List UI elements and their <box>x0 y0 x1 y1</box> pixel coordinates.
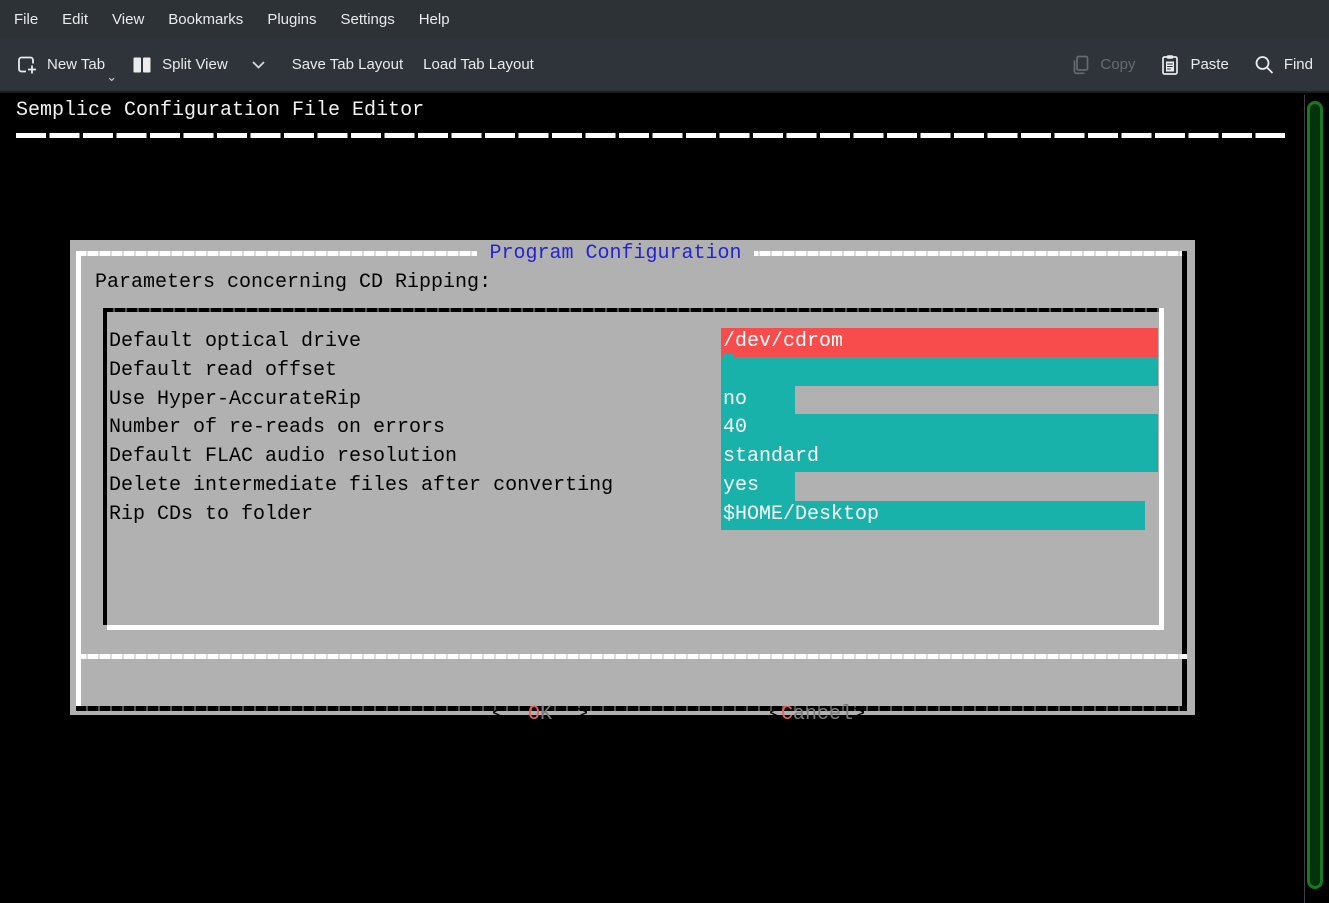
field-label-rip-cds-to-folder: Rip CDs to folder <box>109 501 313 530</box>
menu-bookmarks[interactable]: Bookmarks <box>156 2 255 37</box>
copy-icon <box>1069 54 1091 76</box>
scrollbar-thumb[interactable] <box>1307 101 1323 889</box>
paste-button[interactable]: Paste <box>1159 54 1228 76</box>
menu-settings[interactable]: Settings <box>329 2 407 37</box>
field-label-use-hyper-accuraterip: Use Hyper-AccurateRip <box>109 386 361 415</box>
dialog-border-left <box>76 251 81 711</box>
chevron-down-icon[interactable]: ⌄ <box>106 69 117 85</box>
paste-label: Paste <box>1190 56 1228 73</box>
scrollbar-track-separator <box>1304 95 1305 903</box>
find-button[interactable]: Find <box>1253 54 1313 76</box>
terminal-view[interactable]: Semplice Configuration File Editor Progr… <box>0 95 1329 903</box>
new-tab-label: New Tab <box>47 56 105 73</box>
menu-bar: File Edit View Bookmarks Plugins Setting… <box>0 0 1329 38</box>
save-tab-layout-label: Save Tab Layout <box>292 56 403 73</box>
save-tab-layout-button[interactable]: Save Tab Layout <box>292 56 403 73</box>
paste-icon <box>1159 54 1181 76</box>
form-row: Default read offset <box>107 357 1159 386</box>
field-input-delete-intermediate-files[interactable]: yes <box>721 472 795 501</box>
chevron-down-icon[interactable] <box>251 60 266 70</box>
find-icon <box>1253 54 1275 76</box>
field-label-default-optical-drive: Default optical drive <box>109 328 361 357</box>
split-view-button[interactable]: Split View <box>131 54 266 76</box>
field-input-default-flac-resolution[interactable]: standard <box>721 443 1158 472</box>
form-row: Delete intermediate files after converti… <box>107 472 1159 501</box>
terminal-heading: Semplice Configuration File Editor <box>16 99 424 122</box>
load-tab-layout-label: Load Tab Layout <box>423 56 534 73</box>
form-row: Rip CDs to folder $HOME/Desktop <box>107 501 1159 530</box>
load-tab-layout-button[interactable]: Load Tab Layout <box>423 56 534 73</box>
field-input-default-read-offset[interactable] <box>721 357 1158 386</box>
field-label-default-read-offset: Default read offset <box>109 357 337 386</box>
cancel-button[interactable]: <Cancel> <box>697 671 865 700</box>
dialog-border-bottom <box>76 706 1187 711</box>
dialog-button-separator <box>76 654 1187 659</box>
menu-help[interactable]: Help <box>407 2 462 37</box>
field-input-use-hyper-accuraterip[interactable]: no <box>721 386 795 415</box>
form-row: Number of re-reads on errors 40 <box>107 414 1159 443</box>
dialog-border-right <box>1182 251 1187 711</box>
find-label: Find <box>1284 56 1313 73</box>
dialog-subtitle: Parameters concerning CD Ripping: <box>95 271 491 294</box>
menu-edit[interactable]: Edit <box>50 2 100 37</box>
form-row: Default optical drive /dev/cdrom <box>107 328 1159 357</box>
menu-plugins[interactable]: Plugins <box>255 2 328 37</box>
copy-label: Copy <box>1100 56 1135 73</box>
form-rows: Default optical drive /dev/cdrom Default… <box>107 328 1159 530</box>
terminal-heading-rule <box>16 133 1285 138</box>
field-label-delete-intermediate-files: Delete intermediate files after converti… <box>109 472 613 501</box>
form-box: Default optical drive /dev/cdrom Default… <box>103 308 1164 630</box>
field-label-number-of-re-reads: Number of re-reads on errors <box>109 414 445 443</box>
field-input-number-of-re-reads[interactable]: 40 <box>721 414 1158 443</box>
menu-file[interactable]: File <box>2 2 50 37</box>
ok-button[interactable]: <OK> <box>420 671 588 700</box>
program-configuration-dialog: Program Configuration Parameters concern… <box>70 240 1195 715</box>
form-row: Default FLAC audio resolution standard <box>107 443 1159 472</box>
copy-button[interactable]: Copy <box>1069 54 1135 76</box>
field-input-default-optical-drive[interactable]: /dev/cdrom <box>721 328 1158 357</box>
split-view-icon <box>131 54 153 76</box>
menu-view[interactable]: View <box>100 2 156 37</box>
dialog-title: Program Configuration <box>70 242 1161 265</box>
split-view-label: Split View <box>162 56 228 73</box>
field-label-default-flac-resolution: Default FLAC audio resolution <box>109 443 457 472</box>
toolbar: New Tab ⌄ Split View Save Tab Layout Loa… <box>0 38 1329 93</box>
new-tab-icon <box>16 54 38 76</box>
new-tab-button[interactable]: New Tab ⌄ <box>16 54 105 76</box>
field-input-rip-cds-to-folder[interactable]: $HOME/Desktop <box>721 501 1145 530</box>
form-row: Use Hyper-AccurateRip no <box>107 386 1159 415</box>
